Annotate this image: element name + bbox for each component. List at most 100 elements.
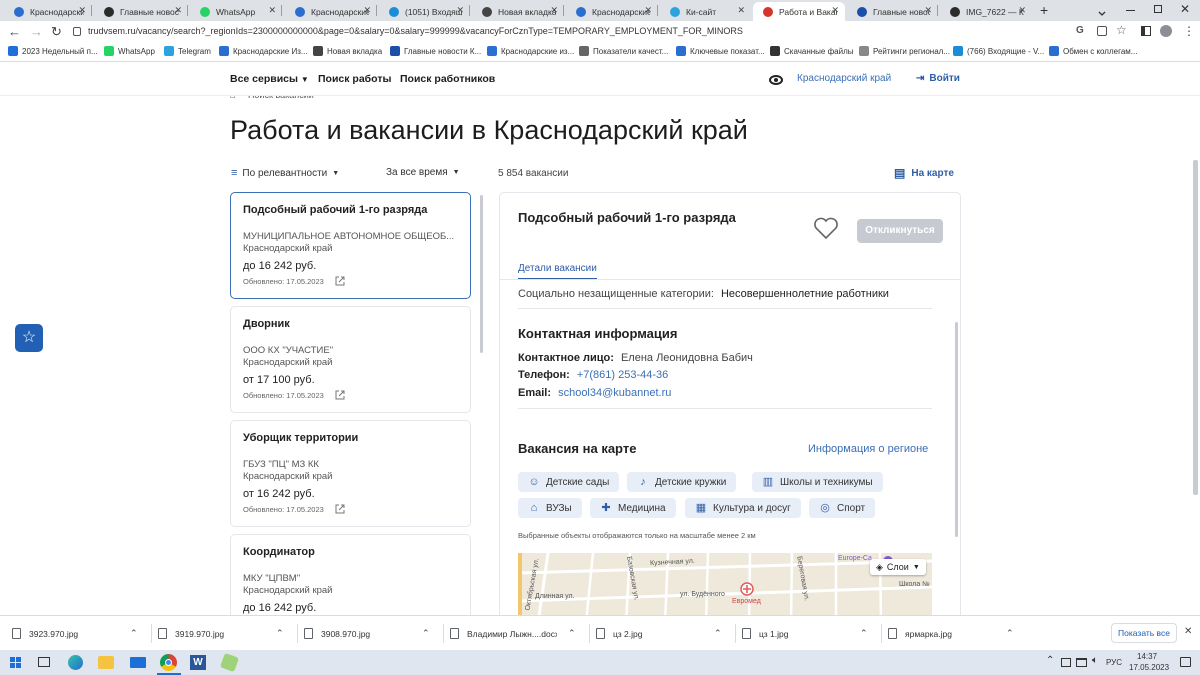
download-item[interactable]: Владимир Лыжн....docx ⌃ <box>450 616 588 651</box>
bookmark-item[interactable]: Краснодарские Из... <box>219 46 308 56</box>
chevron-up-icon[interactable]: ⌃ <box>860 628 868 639</box>
tab-close-icon[interactable]: ✕ <box>1018 5 1026 16</box>
detail-panel-scrollbar[interactable] <box>955 322 958 537</box>
map-view-link[interactable]: ▤ На карте <box>894 166 954 180</box>
site-info-icon[interactable] <box>73 27 81 36</box>
browser-tab[interactable]: Краснодарские ✕ <box>566 2 658 21</box>
vacancy-list-scrollbar[interactable] <box>480 195 483 353</box>
bookmark-star-icon[interactable]: ☆ <box>1116 23 1127 37</box>
browser-tab[interactable]: Работа и Вакан ✕ <box>753 2 845 21</box>
phone-link[interactable]: +7(861) 253-44-36 <box>577 369 668 381</box>
tab-close-icon[interactable]: ✕ <box>737 5 745 16</box>
bookmark-item[interactable]: Рейтинги регионал... <box>859 46 950 56</box>
close-downloads-icon[interactable]: ✕ <box>1184 626 1192 637</box>
minimize-icon[interactable] <box>1126 10 1135 11</box>
browser-tab[interactable]: Новая вкладка ✕ <box>472 2 564 21</box>
bookmark-item[interactable]: 2023 Недельный п... <box>8 46 98 56</box>
chevron-up-icon[interactable]: ⌃ <box>276 628 284 639</box>
chevron-up-icon[interactable]: ⌃ <box>714 628 722 639</box>
map-filter-medicine[interactable]: ✚ Медицина <box>590 498 676 518</box>
browser-menu-icon[interactable]: ⋮ <box>1183 24 1195 38</box>
vacancy-card[interactable]: Дворник ООО КХ "УЧАСТИЕ" Краснодарский кра… <box>230 306 471 413</box>
region-selector[interactable]: Краснодарский край <box>797 73 891 84</box>
chevron-up-icon[interactable]: ⌃ <box>568 628 576 639</box>
chevron-up-icon[interactable]: ⌃ <box>422 628 430 639</box>
map-filter-culture[interactable]: ▦ Культура и досуг <box>685 498 801 518</box>
download-item[interactable]: цз 2.jpg ⌃ <box>596 616 734 651</box>
tab-close-icon[interactable]: ✕ <box>644 5 652 16</box>
tray-chevron-icon[interactable]: ⌃ <box>1046 655 1054 666</box>
bookmark-item[interactable]: Новая вкладка <box>313 46 382 56</box>
browser-tab[interactable]: IMG_7622 — Кр ✕ <box>940 2 1032 21</box>
tab-close-icon[interactable]: ✕ <box>268 5 276 16</box>
vacancy-map[interactable]: Кузнечная ул. Длинная ул. ул. Будённого … <box>518 553 932 615</box>
explorer-icon[interactable] <box>98 656 114 669</box>
tab-close-icon[interactable]: ✕ <box>924 5 932 16</box>
tab-close-icon[interactable]: ✕ <box>456 5 464 16</box>
external-link-icon[interactable] <box>335 276 345 286</box>
clock-time[interactable]: 14:37 <box>1137 652 1157 661</box>
tab-close-icon[interactable]: ✕ <box>363 5 371 16</box>
external-link-icon[interactable] <box>335 504 345 514</box>
external-link-icon[interactable] <box>335 390 345 400</box>
vacancy-card[interactable]: Координатор МКУ "ЦПВМ" Краснодарский край д… <box>230 534 471 615</box>
google-icon[interactable]: G <box>1076 25 1084 36</box>
tab-vacancy-details[interactable]: Детали вакансии <box>518 263 597 280</box>
download-item[interactable]: 3923.970.jpg ⌃ <box>12 616 150 651</box>
map-filter-school[interactable]: ▥ Школы и техникумы <box>752 472 883 492</box>
sort-dropdown[interactable]: ≡ По релевантности ▼ <box>231 167 339 179</box>
bookmark-item[interactable]: Обмен с коллегам... <box>1049 46 1137 56</box>
tab-close-icon[interactable]: ✕ <box>174 5 182 16</box>
clock-date[interactable]: 17.05.2023 <box>1129 663 1169 672</box>
download-item[interactable]: 3919.970.jpg ⌃ <box>158 616 296 651</box>
region-info-link[interactable]: Информация о регионе <box>808 443 928 455</box>
favorites-button[interactable]: ☆ <box>15 324 43 352</box>
paint-icon[interactable] <box>219 652 240 673</box>
forward-icon[interactable]: → <box>30 24 43 39</box>
bookmark-item[interactable]: Telegram <box>164 46 211 56</box>
chevron-up-icon[interactable]: ⌃ <box>1006 628 1014 639</box>
address-bar[interactable]: trudvsem.ru/vacancy/search?_regionIds=23… <box>88 26 743 36</box>
bookmark-item[interactable]: Показатели качест... <box>579 46 668 56</box>
language-indicator[interactable]: РУС <box>1106 658 1122 667</box>
download-item[interactable]: ярмарка.jpg ⌃ <box>888 616 1026 651</box>
browser-tab[interactable]: WhatsApp ✕ <box>190 2 282 21</box>
task-view-icon[interactable] <box>38 657 50 667</box>
page-scrollbar[interactable] <box>1193 160 1198 495</box>
volume-icon[interactable]: 🔈︎ <box>1092 655 1098 666</box>
browser-tab[interactable]: Главные новос ✕ <box>94 2 188 21</box>
browser-tab[interactable]: Главные новос ✕ <box>847 2 938 21</box>
browser-tab[interactable]: (1051) Входящ ✕ <box>379 2 470 21</box>
window-close-icon[interactable]: ✕ <box>1180 2 1190 16</box>
bookmark-item[interactable]: WhatsApp <box>104 46 155 56</box>
login-link[interactable]: ⇥ Войти <box>916 73 960 84</box>
map-filter-kindergarten[interactable]: ☺ Детские сады <box>518 472 620 492</box>
network-icon[interactable] <box>1076 658 1087 667</box>
tab-close-icon[interactable]: ✕ <box>78 5 86 16</box>
windows-start-icon[interactable] <box>10 657 21 668</box>
chevron-up-icon[interactable]: ⌃ <box>130 628 138 639</box>
new-tab-button[interactable]: + <box>1040 2 1048 18</box>
notifications-icon[interactable] <box>1180 657 1191 667</box>
browser-tab[interactable]: Краснодарские ✕ <box>4 2 92 21</box>
word-icon[interactable]: W <box>190 655 206 670</box>
download-item[interactable]: цз 1.jpg ⌃ <box>742 616 880 651</box>
tab-search-icon[interactable] <box>1097 5 1107 16</box>
bookmark-item[interactable]: (766) Входящие - V... <box>953 46 1044 56</box>
back-icon[interactable]: ← <box>8 24 21 39</box>
tray-app-icon[interactable] <box>1061 658 1071 667</box>
job-search-link[interactable]: Поиск работы <box>318 73 391 85</box>
bookmark-item[interactable]: Главные новости К... <box>390 46 481 56</box>
vacancy-card[interactable]: Уборщик территории ГБУЗ "ПЦ" МЗ КК Краснод… <box>230 420 471 527</box>
bookmark-item[interactable]: Краснодарские из... <box>487 46 574 56</box>
edge-icon[interactable] <box>68 655 83 670</box>
map-layers-button[interactable]: ◈ Слои ▼ <box>870 559 926 575</box>
worker-search-link[interactable]: Поиск работников <box>400 73 495 85</box>
reload-icon[interactable]: ↻ <box>51 24 62 40</box>
chrome-icon[interactable] <box>160 654 177 671</box>
map-filter-children-clubs[interactable]: ♪ Детские кружки <box>627 472 737 492</box>
tab-close-icon[interactable]: ✕ <box>831 5 839 16</box>
respond-button[interactable]: Откликнуться <box>857 219 943 243</box>
profile-avatar[interactable] <box>1160 25 1172 37</box>
show-all-downloads-button[interactable]: Показать все <box>1111 623 1177 643</box>
